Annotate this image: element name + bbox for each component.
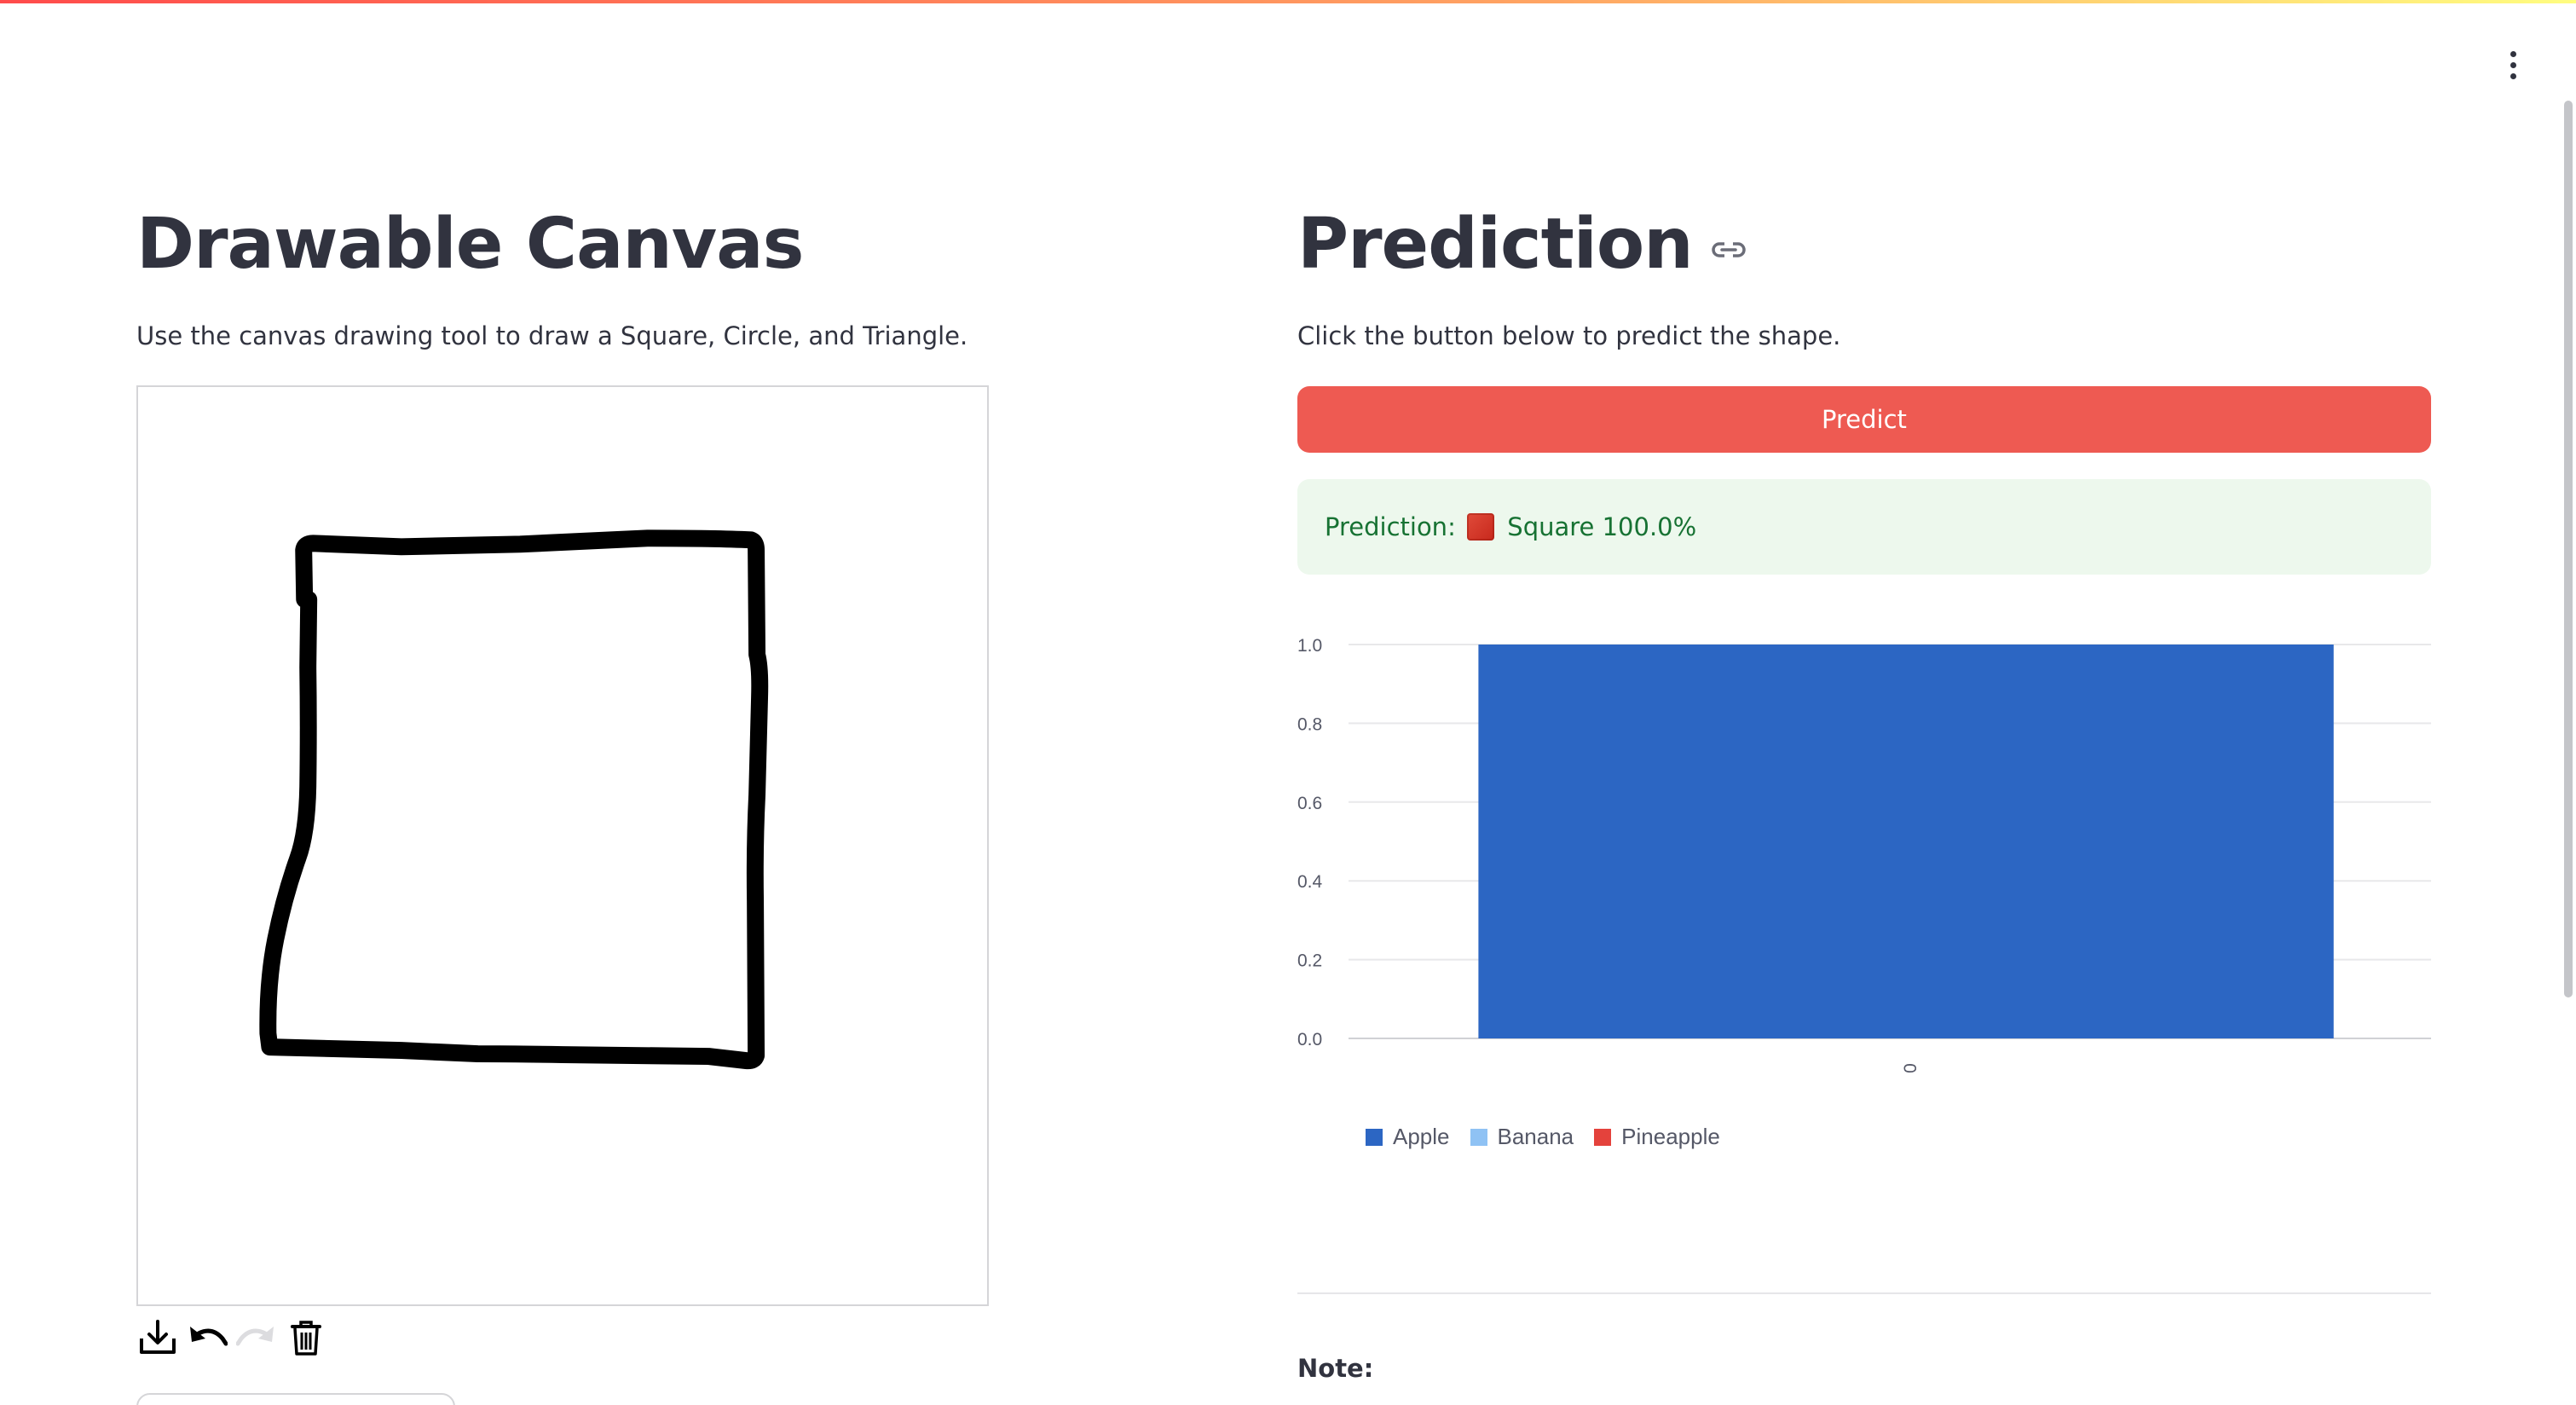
legend-item-apple[interactable]: Apple — [1366, 1124, 1450, 1150]
vertical-dots-icon — [2510, 50, 2516, 57]
y-tick-label: 0.2 — [1297, 951, 1322, 971]
predict-button[interactable]: Predict — [1297, 386, 2431, 453]
legend-swatch — [1594, 1128, 1612, 1146]
legend-item-banana[interactable]: Banana — [1470, 1124, 1574, 1150]
page-scrollbar[interactable] — [2564, 101, 2573, 997]
legend-item-pineapple[interactable]: Pineapple — [1594, 1124, 1720, 1150]
y-tick-label: 0.8 — [1297, 714, 1322, 734]
drawn-square-stroke — [259, 529, 769, 1070]
redo-button[interactable] — [234, 1314, 280, 1360]
bar-chart-svg: 0.0 0.2 0.4 0.6 0.8 1.0 0 — [1297, 636, 2431, 1073]
prediction-title: Prediction — [1297, 204, 1694, 285]
x-tick-label: 0 — [1901, 1063, 1920, 1073]
canvas-drawing-layer — [259, 529, 769, 1070]
canvas-toolbar — [135, 1313, 329, 1361]
menu-dot — [2510, 72, 2516, 79]
redo-icon — [236, 1327, 274, 1346]
y-tick-label: 0.4 — [1297, 872, 1323, 892]
legend-swatch — [1470, 1128, 1487, 1146]
chart-legend: Apple Banana Pineapple — [1366, 1124, 1720, 1150]
red-square-emoji-icon — [1467, 513, 1495, 541]
download-icon — [140, 1320, 176, 1354]
legend-swatch — [1366, 1128, 1383, 1146]
download-button[interactable] — [135, 1314, 181, 1360]
main-menu-button[interactable] — [2492, 44, 2533, 85]
top-decoration-stripe — [0, 0, 2576, 3]
prediction-heading-row: Prediction — [1297, 198, 1747, 292]
trash-icon — [291, 1321, 321, 1356]
prediction-result-alert: Prediction: Square 100.0% — [1297, 479, 2431, 575]
clear-canvas-button[interactable] — [283, 1314, 329, 1360]
menu-dot — [2510, 61, 2516, 68]
canvas-options-select[interactable] — [136, 1393, 455, 1405]
undo-icon — [190, 1327, 228, 1346]
legend-label: Banana — [1497, 1124, 1574, 1149]
result-text: Square 100.0% — [1499, 512, 1697, 541]
y-tick-label: 0.0 — [1297, 1030, 1322, 1049]
y-tick-label: 1.0 — [1297, 636, 1322, 656]
canvas-title: Drawable Canvas — [136, 204, 804, 285]
result-prefix: Prediction: — [1325, 512, 1464, 541]
drawing-canvas[interactable] — [136, 385, 989, 1306]
section-divider — [1297, 1292, 2431, 1294]
bar-apple[interactable] — [1478, 645, 2334, 1038]
canvas-description: Use the canvas drawing tool to draw a Sq… — [136, 321, 968, 350]
legend-label: Apple — [1393, 1124, 1450, 1149]
prediction-bar-chart: 0.0 0.2 0.4 0.6 0.8 1.0 0 — [1287, 622, 2438, 1151]
legend-label: Pineapple — [1621, 1124, 1720, 1149]
undo-button[interactable] — [184, 1314, 230, 1360]
link-icon[interactable] — [1710, 231, 1747, 269]
y-tick-label: 0.6 — [1297, 794, 1322, 813]
prediction-description: Click the button below to predict the sh… — [1297, 321, 1841, 350]
note-label: Note: — [1297, 1354, 1374, 1383]
